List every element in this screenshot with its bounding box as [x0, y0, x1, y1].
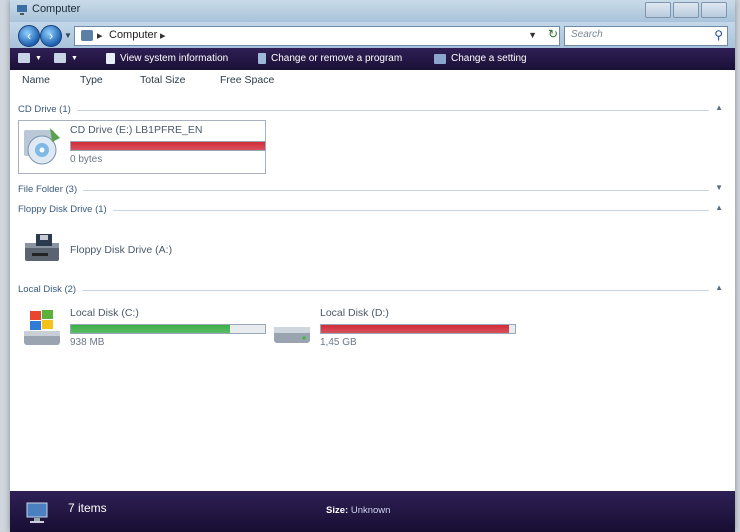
drive-size: 0 bytes: [70, 154, 103, 165]
column-header-type[interactable]: Type: [80, 74, 103, 86]
column-headers: Name Type Total Size Free Space: [10, 70, 735, 88]
drive-name: Floppy Disk Drive (A:): [70, 244, 173, 256]
drive-item-cd[interactable]: CD Drive (E:) LB1PFRE_EN 0 bytes: [22, 124, 266, 170]
drive-name: Local Disk (D:): [320, 307, 389, 319]
address-bar[interactable]: ▸ Computer ▸ ▼: [74, 26, 560, 46]
chevron-up-icon[interactable]: ▲: [715, 283, 723, 292]
chevron-up-icon[interactable]: ▲: [715, 103, 723, 112]
column-header-free-space[interactable]: Free Space: [220, 74, 274, 86]
drive-list: CD Drive (1) ▲ CD Drive (E:) LB1PFRE_EN …: [10, 103, 735, 489]
change-remove-program-button[interactable]: Change or remove a program: [258, 53, 402, 64]
organize-icon: [18, 53, 30, 63]
title-bar: Computer: [10, 0, 735, 22]
view-system-info-label: View system information: [120, 53, 229, 64]
chevron-down-icon[interactable]: ▼: [715, 183, 723, 192]
search-placeholder: Search: [571, 29, 603, 40]
drive-item-local-d[interactable]: Local Disk (D:) 1,45 GB: [272, 307, 524, 355]
drive-item-local-c[interactable]: Local Disk (C:) 938 MB: [22, 307, 272, 355]
change-remove-program-label: Change or remove a program: [271, 53, 403, 64]
capacity-bar: [320, 324, 516, 334]
hard-drive-icon: [274, 327, 310, 343]
status-size: Size: Unknown: [326, 505, 390, 516]
close-button[interactable]: [701, 2, 727, 18]
address-dropdown[interactable]: ▼: [528, 30, 537, 40]
views-button[interactable]: ▼: [54, 53, 78, 63]
drive-size: 938 MB: [70, 337, 105, 348]
program-icon: [258, 53, 266, 64]
drive-item-floppy[interactable]: Floppy Disk Drive (A:): [22, 229, 262, 273]
group-header-floppy-drive[interactable]: Floppy Disk Drive (1) ▲: [18, 203, 723, 216]
change-setting-label: Change a setting: [451, 53, 527, 64]
search-icon[interactable]: ⚲: [714, 28, 723, 42]
capacity-fill: [321, 325, 510, 333]
cd-drive-icon: [24, 128, 60, 165]
navigation-bar: ‹ › ▼ ▸ Computer ▸ ▼ ↻ Search ⚲: [10, 22, 735, 48]
drive-name: CD Drive (E:) LB1PFRE_EN: [70, 124, 203, 136]
address-crumb-computer[interactable]: Computer: [109, 29, 157, 41]
explorer-window: Computer ‹ › ▼ ▸ Computer ▸ ▼ ↻ Search ⚲…: [10, 0, 735, 532]
windows-drive-icon: [24, 310, 60, 345]
forward-button[interactable]: ›: [40, 25, 62, 47]
chevron-down-icon: ▼: [71, 54, 78, 62]
status-bar: 7 items Size: Unknown: [10, 491, 735, 532]
chevron-up-icon[interactable]: ▲: [715, 203, 723, 212]
floppy-drive-icon: [25, 234, 59, 261]
group-header-cd-drive[interactable]: CD Drive (1) ▲: [18, 103, 723, 116]
computer-icon: [81, 30, 93, 41]
views-icon: [54, 53, 66, 63]
back-button[interactable]: ‹: [18, 25, 40, 47]
capacity-fill: [71, 325, 231, 333]
size-label: Size:: [326, 505, 349, 516]
chevron-down-icon: ▼: [35, 54, 42, 62]
capacity-bar: [70, 324, 266, 334]
drive-size: 1,45 GB: [320, 337, 357, 348]
recent-pages-dropdown[interactable]: ▼: [64, 31, 72, 40]
window-controls: [645, 2, 727, 18]
capacity-bar: [70, 141, 266, 151]
drive-name: Local Disk (C:): [70, 307, 139, 319]
view-system-info-button[interactable]: View system information: [106, 53, 228, 64]
size-value: Unknown: [350, 505, 391, 516]
window-title: Computer: [32, 3, 81, 15]
document-icon: [106, 53, 115, 64]
group-header-local-disk[interactable]: Local Disk (2) ▲: [18, 283, 723, 296]
maximize-button[interactable]: [673, 2, 699, 18]
capacity-fill: [71, 142, 265, 150]
search-input[interactable]: Search ⚲: [564, 26, 728, 46]
control-panel-icon: [434, 53, 446, 64]
group-header-file-folder[interactable]: File Folder (3) ▼: [18, 183, 723, 196]
item-count: 7 items: [68, 501, 107, 515]
column-header-name[interactable]: Name: [22, 74, 50, 86]
column-header-total-size[interactable]: Total Size: [140, 74, 186, 86]
chevron-right-icon[interactable]: ▸: [160, 29, 166, 42]
chevron-right-icon[interactable]: ▸: [97, 29, 103, 42]
computer-icon: [17, 5, 27, 15]
minimize-button[interactable]: [645, 2, 671, 18]
organize-button[interactable]: ▼: [18, 53, 42, 63]
refresh-icon[interactable]: ↻: [548, 27, 558, 41]
command-toolbar: ▼ ▼ View system information Change or re…: [10, 48, 735, 70]
change-setting-button[interactable]: Change a setting: [434, 53, 527, 64]
computer-icon: [26, 502, 48, 523]
